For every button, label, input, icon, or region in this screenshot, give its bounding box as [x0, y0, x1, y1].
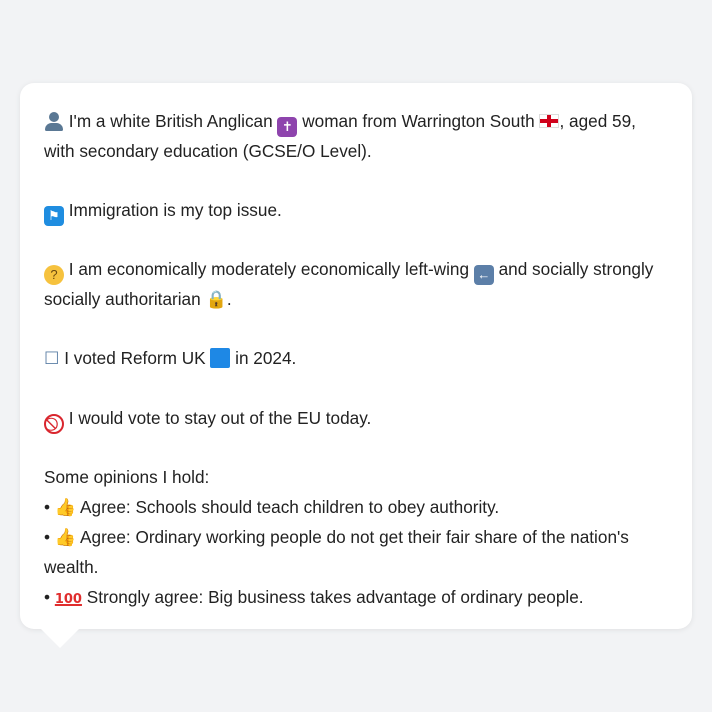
- message-bubble: I'm a white British Anglican ✝ woman fro…: [20, 83, 692, 629]
- bullet: •: [44, 526, 51, 547]
- vote-line: ☐ I voted Reform UK in 2024.: [44, 344, 668, 374]
- lock-icon: 🔒: [205, 289, 227, 310]
- passport-control-icon: ⚑: [44, 205, 64, 226]
- opinion-item: • 👍 Agree: Schools should teach children…: [44, 493, 668, 523]
- vote-text-1: I voted Reform UK: [64, 348, 206, 369]
- opinion-item: • 100 Strongly agree: Big business takes…: [44, 583, 668, 614]
- left-arrow-icon: ←: [473, 264, 494, 285]
- england-flag-icon: [539, 114, 560, 128]
- thumbs-up-icon: 👍: [54, 527, 77, 548]
- identity-line: I'm a white British Anglican ✝ woman fro…: [44, 107, 668, 166]
- opinion-text: Agree: Ordinary working people do not ge…: [44, 526, 629, 578]
- eu-line: ⃠ I would vote to stay out of the EU tod…: [44, 404, 668, 435]
- ideology-line: ? I am economically moderately economica…: [44, 255, 668, 315]
- blue-square-icon: [210, 348, 231, 369]
- identity-text-2: woman from Warrington South: [302, 111, 535, 131]
- vote-text-2: in 2024.: [235, 348, 297, 369]
- latin-cross-icon: ✝: [277, 117, 298, 137]
- thumbs-up-icon: 👍: [54, 497, 77, 518]
- eu-text: I would vote to stay out of the EU today…: [68, 408, 372, 429]
- opinion-item: • 👍 Agree: Ordinary working people do no…: [44, 523, 668, 583]
- bullet: •: [44, 496, 51, 517]
- issue-line: ⚑ Immigration is my top issue.: [44, 196, 668, 226]
- ideology-text-1: I am economically moderately economicall…: [68, 258, 470, 279]
- ballot-box-icon: ☐: [44, 349, 60, 370]
- bust-in-silhouette-icon: [44, 111, 64, 131]
- identity-text-1: I'm a white British Anglican: [68, 111, 273, 131]
- thinking-face-icon: ?: [44, 264, 64, 285]
- bullet: •: [44, 586, 51, 607]
- opinion-text: Agree: Schools should teach children to …: [80, 496, 500, 517]
- opinions-heading: Some opinions I hold:: [44, 467, 210, 488]
- bubble-tail: [40, 628, 80, 648]
- no-entry-icon: ⃠: [44, 414, 64, 435]
- ideology-text-3: .: [226, 288, 232, 309]
- hundred-points-icon: 100: [54, 591, 82, 607]
- issue-text: Immigration is my top issue.: [68, 199, 282, 220]
- opinion-text: Strongly agree: Big business takes advan…: [86, 586, 584, 607]
